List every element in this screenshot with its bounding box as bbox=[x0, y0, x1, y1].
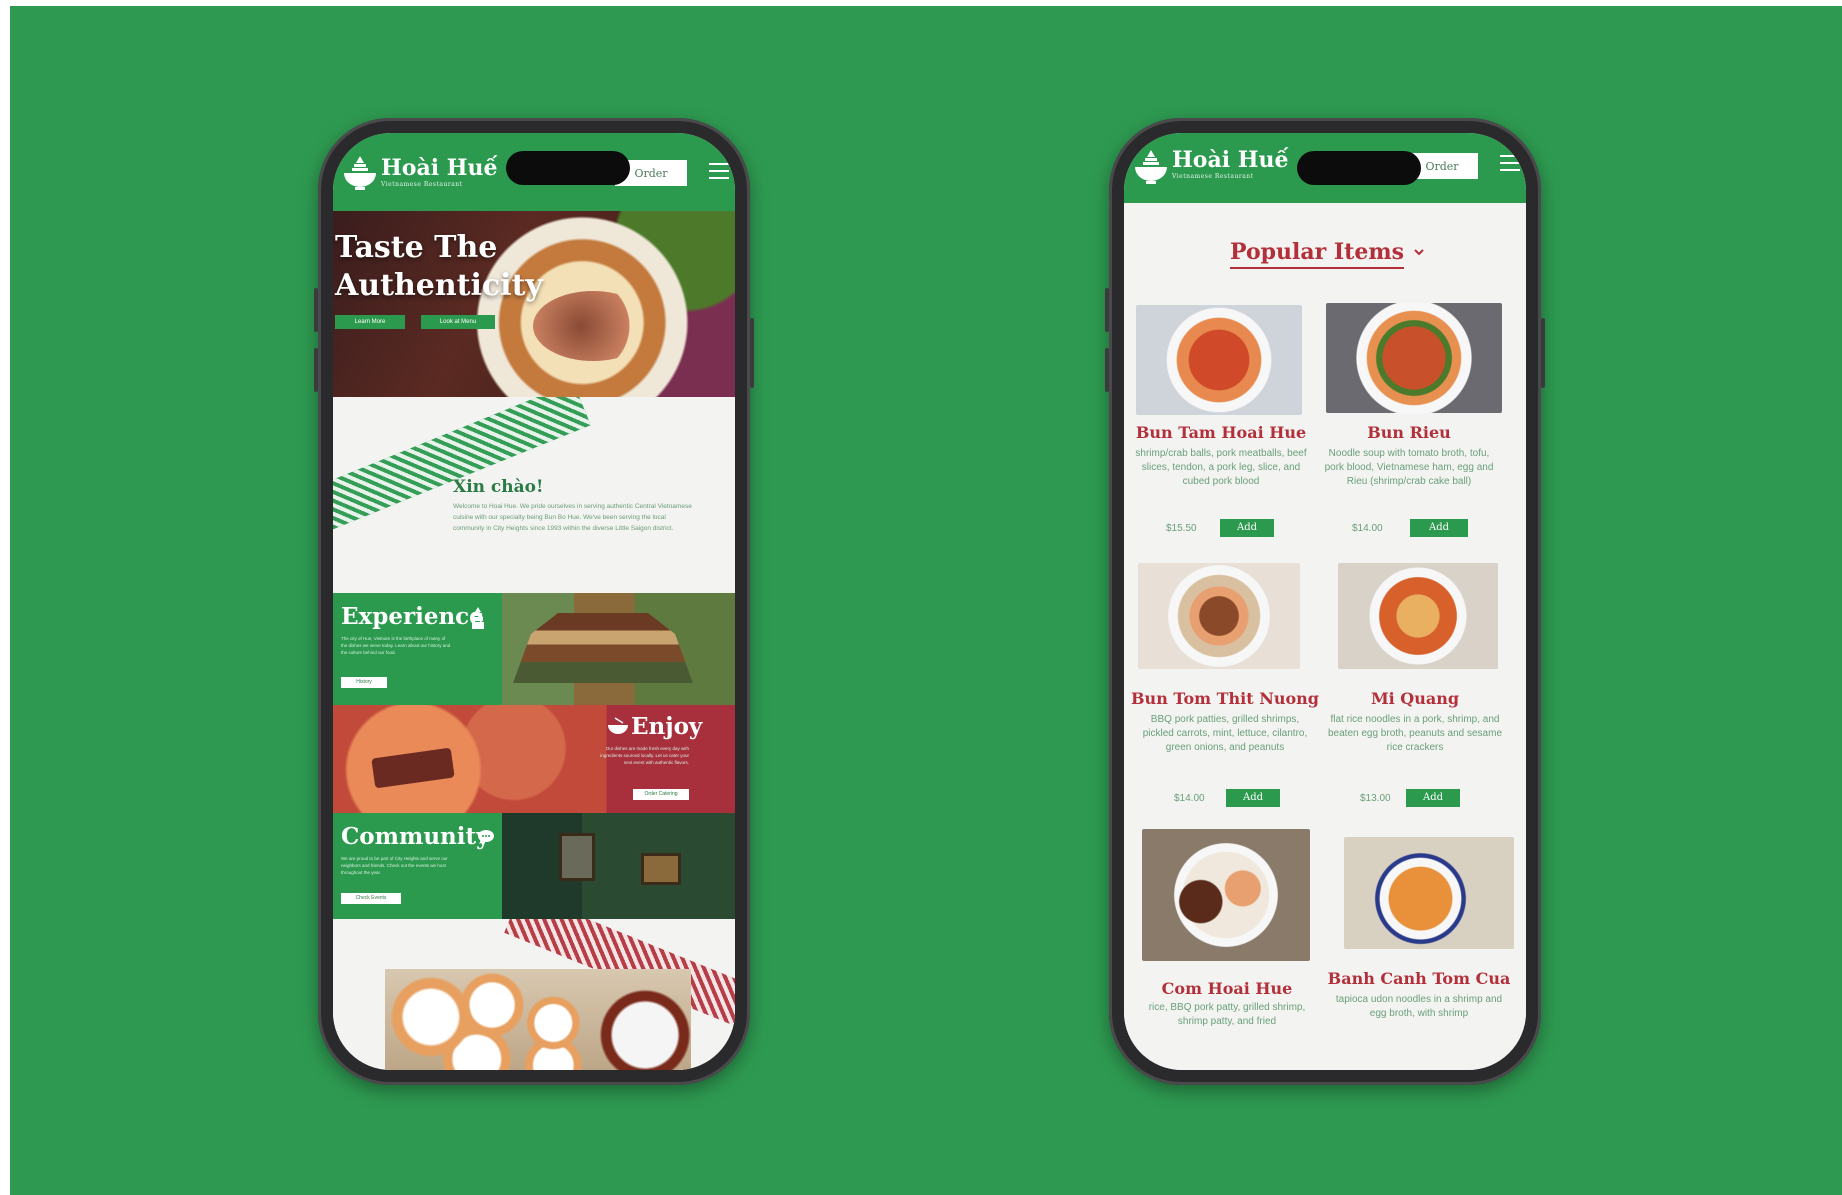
menu-item-card: Com Hoai Hue rice, BBQ pork patty, grill… bbox=[1132, 829, 1322, 1027]
pagoda-icon bbox=[472, 607, 484, 629]
experience-panel: Experience The city of Hue, Vietnam is t… bbox=[333, 593, 735, 705]
bun-rieu-photo bbox=[1326, 303, 1502, 413]
popular-items-title[interactable]: Popular Items bbox=[1230, 239, 1404, 269]
look-at-menu-button[interactable]: Look at Menu bbox=[421, 315, 495, 329]
power-button bbox=[750, 318, 754, 388]
menu-item-card: Bun Tom Thit Nuong BBQ pork patties, gri… bbox=[1130, 563, 1320, 807]
palace-image bbox=[513, 613, 693, 683]
menu-item-card: Bun Rieu Noodle soup with tomato broth, … bbox=[1314, 303, 1504, 543]
welcome-title: Xin chào! bbox=[453, 477, 544, 497]
item-price: $14.00 bbox=[1174, 793, 1205, 804]
experience-text: The city of Hue, Vietnam is the birthpla… bbox=[341, 636, 451, 655]
add-button[interactable]: Add bbox=[1406, 789, 1460, 807]
volume-down-button bbox=[314, 348, 318, 392]
dish-image bbox=[371, 747, 455, 789]
bowl-icon bbox=[608, 717, 628, 734]
check-events-button[interactable]: Check Events bbox=[341, 893, 401, 904]
menu-section: Popular Items Bun Tam Hoai Hue shrimp/cr… bbox=[1124, 203, 1526, 1070]
community-title: Community bbox=[341, 823, 490, 850]
item-description: tapioca udon noodles in a shrimp and egg… bbox=[1335, 994, 1503, 1019]
wall-frame-image bbox=[559, 833, 595, 881]
volume-up-button bbox=[314, 288, 318, 332]
com-hoai-hue-photo bbox=[1142, 829, 1310, 961]
item-description: flat rice noodles in a pork, shrimp, and… bbox=[1327, 714, 1503, 753]
welcome-section: Xin chào! Welcome to Hoai Hue. We pride … bbox=[333, 397, 735, 593]
item-name[interactable]: Mi Quang bbox=[1320, 689, 1510, 708]
menu-item-card: Mi Quang flat rice noodles in a pork, sh… bbox=[1320, 563, 1510, 807]
phone-mockup-home: Hoài Huế Vietnamese Restaurant Order Tas… bbox=[314, 118, 754, 1085]
phone-screen: Hoài Huế Vietnamese Restaurant Order Tas… bbox=[333, 133, 735, 1070]
item-description: BBQ pork patties, grilled shrimps, pickl… bbox=[1142, 714, 1308, 753]
dynamic-island bbox=[1297, 151, 1421, 185]
hamburger-menu-icon[interactable] bbox=[1500, 155, 1520, 173]
menu-item-card: Bun Tam Hoai Hue shrimp/crab balls, pork… bbox=[1126, 305, 1316, 545]
item-description: shrimp/crab balls, pork meatballs, beef … bbox=[1135, 448, 1307, 487]
enjoy-panel: Enjoy Our dishes are made fresh every da… bbox=[333, 705, 735, 813]
power-button bbox=[1541, 318, 1545, 388]
enjoy-title: Enjoy bbox=[631, 713, 703, 740]
bowls-photo bbox=[385, 969, 691, 1070]
volume-up-button bbox=[1105, 288, 1109, 332]
bun-tom-thit-nuong-photo bbox=[1138, 563, 1300, 669]
add-button[interactable]: Add bbox=[1220, 519, 1274, 537]
learn-more-button[interactable]: Learn More bbox=[335, 315, 405, 329]
bowl-logo-icon[interactable] bbox=[1132, 147, 1170, 187]
brand-name[interactable]: Hoài Huế bbox=[1172, 147, 1289, 173]
bowl-logo-icon[interactable] bbox=[341, 153, 379, 193]
background-stage: Hoài Huế Vietnamese Restaurant Order Tas… bbox=[10, 6, 1842, 1195]
item-description: rice, BBQ pork patty, grilled shrimp, sh… bbox=[1148, 1002, 1306, 1027]
menu-item-card: Banh Canh Tom Cua tapioca udon noodles i… bbox=[1324, 837, 1514, 1019]
mi-quang-photo bbox=[1338, 563, 1498, 669]
community-panel: Community We are proud to be part of Cit… bbox=[333, 813, 735, 919]
bun-tam-photo bbox=[1136, 305, 1302, 415]
banh-canh-photo bbox=[1344, 837, 1514, 949]
phone-screen: Hoài Huế Vietnamese Restaurant Order Pop… bbox=[1124, 133, 1526, 1070]
item-name[interactable]: Bun Rieu bbox=[1314, 423, 1504, 442]
add-button[interactable]: Add bbox=[1226, 789, 1280, 807]
hero-title: Taste The Authenticity bbox=[335, 230, 543, 303]
add-button[interactable]: Add bbox=[1410, 519, 1468, 537]
chevron-down-icon[interactable] bbox=[1414, 247, 1424, 257]
item-price: $13.00 bbox=[1360, 793, 1391, 804]
brand-tagline: Vietnamese Restaurant bbox=[1172, 173, 1254, 180]
enjoy-text: Our dishes are made fresh every day with… bbox=[600, 746, 689, 765]
item-name[interactable]: Banh Canh Tom Cua bbox=[1324, 969, 1514, 988]
dynamic-island bbox=[506, 151, 630, 185]
item-price: $14.00 bbox=[1352, 523, 1383, 534]
hero-banner: Taste The Authenticity Learn More Look a… bbox=[333, 211, 735, 397]
item-description: Noodle soup with tomato broth, tofu, por… bbox=[1324, 448, 1494, 487]
welcome-text: Welcome to Hoai Hue. We pride ourselves … bbox=[453, 503, 692, 532]
order-catering-button[interactable]: Order Catering bbox=[633, 789, 689, 800]
phone-mockup-menu: Hoài Huế Vietnamese Restaurant Order Pop… bbox=[1105, 118, 1545, 1085]
item-name[interactable]: Bun Tom Thit Nuong bbox=[1130, 689, 1320, 708]
brand-tagline: Vietnamese Restaurant bbox=[381, 181, 463, 188]
item-name[interactable]: Bun Tam Hoai Hue bbox=[1126, 423, 1316, 442]
community-text: We are proud to be part of City Heights … bbox=[341, 856, 448, 875]
volume-down-button bbox=[1105, 348, 1109, 392]
chat-bubble-icon bbox=[478, 830, 494, 844]
brand-name[interactable]: Hoài Huế bbox=[381, 155, 498, 181]
item-price: $15.50 bbox=[1166, 523, 1197, 534]
history-button[interactable]: History bbox=[341, 677, 387, 688]
hamburger-menu-icon[interactable] bbox=[709, 163, 729, 181]
item-name[interactable]: Com Hoai Hue bbox=[1132, 979, 1322, 998]
gallery-section bbox=[333, 919, 735, 1070]
wall-frame-image bbox=[641, 853, 681, 885]
experience-title: Experience bbox=[341, 603, 484, 630]
